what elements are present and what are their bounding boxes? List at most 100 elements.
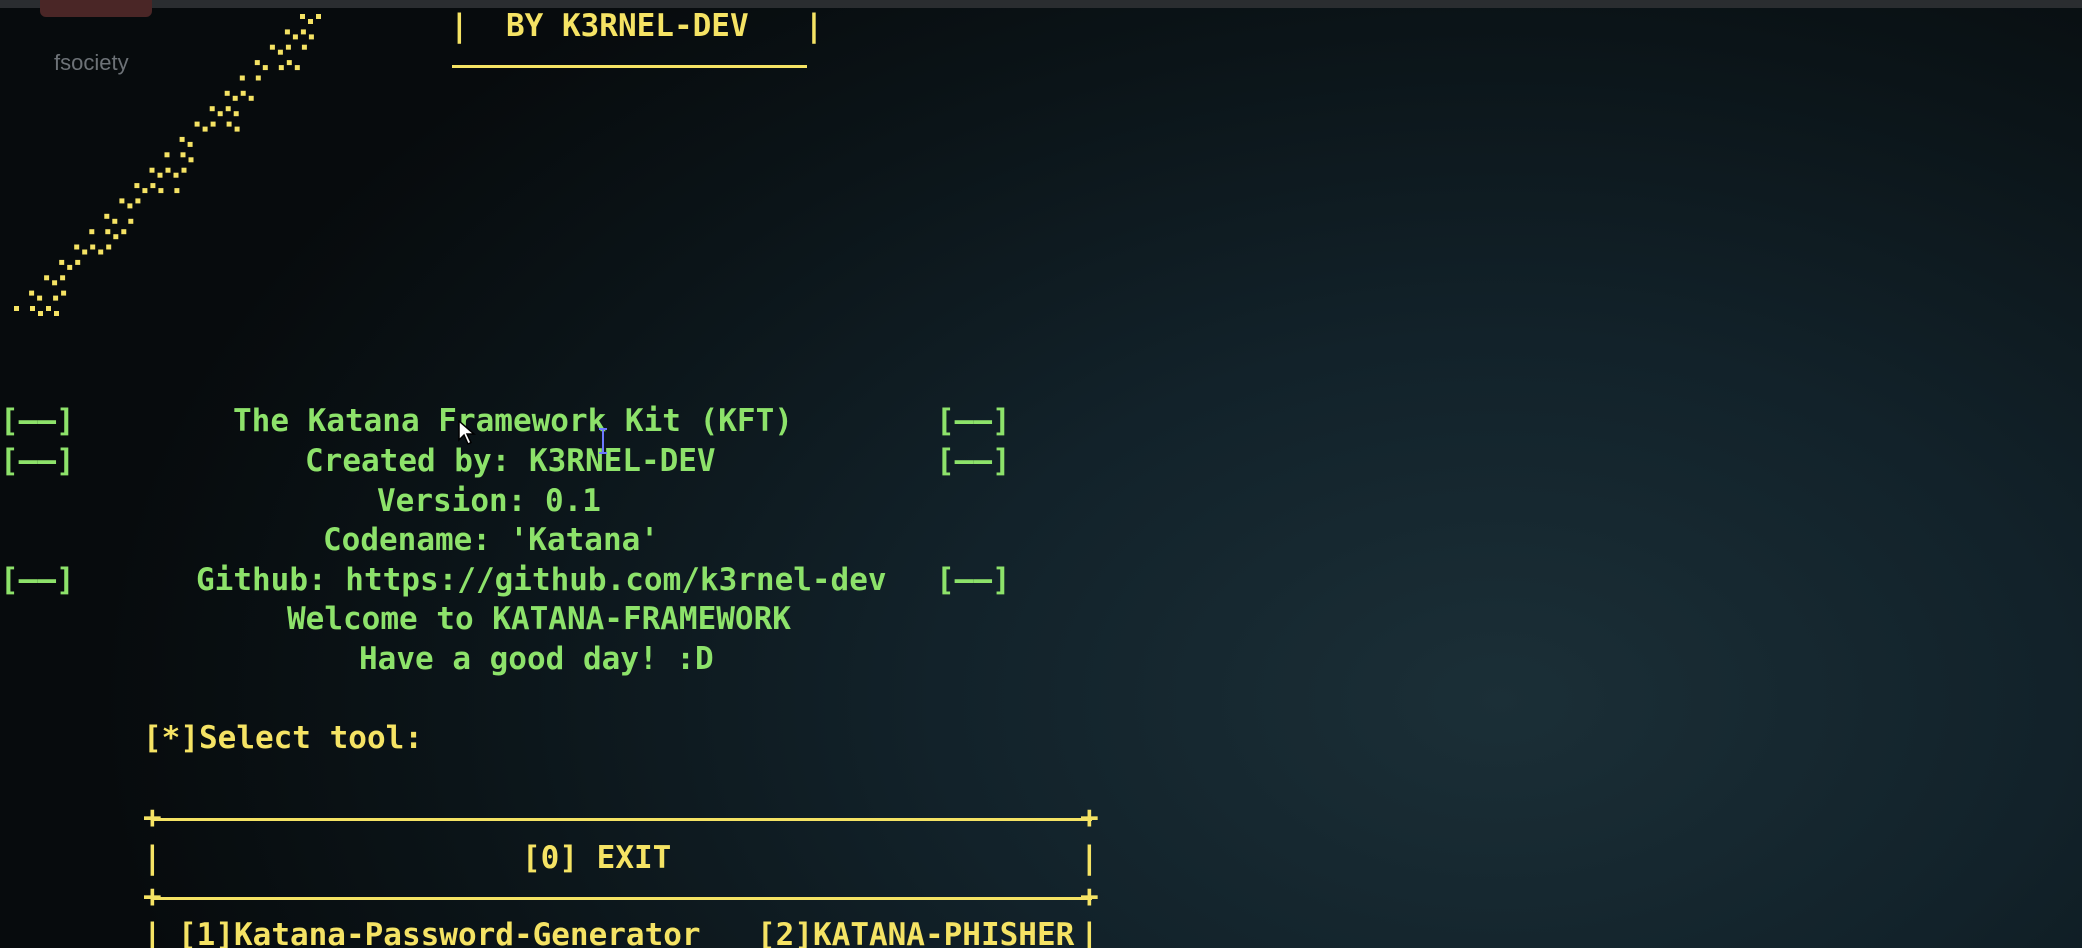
ascii-art-dot	[157, 172, 163, 178]
info-codename: Codename: 'Katana'	[323, 522, 659, 558]
ascii-art-dot	[187, 141, 193, 147]
ascii-art-dot	[254, 60, 260, 66]
info-github: Github: https://github.com/k3rnel-dev	[196, 562, 887, 598]
info-welcome: Welcome to KATANA-FRAMEWORK	[287, 601, 791, 637]
menu-border-right: |	[1080, 917, 1099, 948]
ascii-art-dot	[217, 111, 223, 117]
side-tag-left-2: [——]	[0, 443, 75, 479]
ascii-art-dot	[262, 65, 268, 71]
info-title: The Katana Framework Kit (KFT)	[233, 403, 793, 439]
ascii-art-dot	[52, 280, 58, 286]
ascii-art-dot	[128, 218, 134, 224]
ascii-art-dot	[285, 44, 291, 50]
side-tag-left-1: [——]	[0, 403, 75, 439]
ascii-art-dot	[127, 203, 133, 209]
ascii-art-dot	[38, 311, 43, 316]
menu-corner: +	[143, 800, 162, 836]
ascii-art-dot	[308, 34, 314, 40]
ascii-art-dot	[278, 65, 284, 71]
menu-option-katana-phisher[interactable]: [2]KATANA-PHISHER	[757, 917, 1074, 948]
text-cursor-icon	[599, 428, 607, 454]
ascii-art-dot	[82, 249, 88, 255]
ascii-art-dot	[113, 234, 119, 240]
ascii-art-dot	[74, 244, 80, 250]
ascii-art-dot	[294, 65, 300, 71]
ascii-art-dot	[165, 167, 171, 173]
ascii-art-dot	[67, 264, 73, 270]
ascii-art-dot	[179, 136, 185, 142]
ascii-art-dot	[284, 29, 290, 35]
ascii-art-dot	[248, 95, 254, 101]
menu-corner: +	[1080, 879, 1099, 915]
ascii-art-blade	[14, 14, 321, 316]
ascii-art-dot	[119, 198, 125, 204]
ascii-art-dot	[105, 229, 111, 235]
select-tool-prompt: [*]Select tool:	[143, 720, 423, 756]
ascii-art-dot	[106, 244, 112, 250]
ascii-art-dot	[30, 306, 35, 311]
ascii-art-dot	[14, 306, 19, 311]
ascii-art-dot	[121, 229, 127, 235]
ascii-art-dot	[75, 259, 81, 265]
ascii-art-dot	[202, 126, 208, 132]
ascii-art-dot	[180, 152, 186, 158]
menu-border-middle	[154, 897, 1092, 900]
ascii-art-dot	[224, 90, 230, 96]
ascii-art-dot	[301, 44, 307, 50]
terminal-window[interactable]: fsociety | BY K3RNEL-DEV | [——] The Kata…	[0, 0, 2082, 948]
ascii-art-dot	[135, 198, 141, 204]
ascii-art-dot	[90, 244, 96, 250]
menu-border-left: |	[143, 840, 162, 876]
ascii-art-dot	[277, 49, 283, 55]
ascii-art-dot	[232, 95, 238, 101]
ascii-art-dot	[226, 121, 232, 127]
banner-credit: | BY K3RNEL-DEV |	[450, 8, 824, 44]
ascii-art-dot	[164, 152, 170, 158]
menu-corner: +	[143, 879, 162, 915]
ascii-art-dot	[210, 121, 216, 127]
ascii-art-dot	[149, 167, 155, 173]
ascii-art-dot	[142, 188, 148, 194]
ascii-art-dot	[98, 249, 104, 255]
ascii-art-dot	[316, 14, 321, 19]
ascii-art-dot	[188, 157, 194, 163]
menu-border-right: |	[1080, 840, 1099, 876]
ascii-art-dot	[233, 111, 239, 117]
ascii-art-dot	[234, 126, 240, 132]
ascii-art-dot	[134, 183, 140, 189]
ascii-art-dot	[300, 29, 306, 35]
side-tag-left-3: [——]	[0, 562, 75, 598]
banner-underline	[452, 65, 807, 68]
ascii-art-dot	[209, 106, 215, 112]
menu-option-exit[interactable]: [0] EXIT	[522, 840, 671, 876]
ascii-art-dot	[29, 290, 35, 296]
menu-option-password-generator[interactable]: [1]Katana-Password-Generator	[178, 917, 701, 948]
ascii-art-dot	[150, 183, 156, 189]
info-farewell: Have a good day! :D	[359, 641, 714, 677]
info-version: Version: 0.1	[377, 483, 601, 519]
ascii-art-dot	[255, 75, 261, 81]
ascii-art-dot	[174, 188, 180, 194]
ascii-art-dot	[59, 259, 65, 265]
ascii-art-dot	[173, 172, 179, 178]
menu-border-left: |	[143, 917, 162, 948]
side-tag-right-2: [——]	[936, 443, 1011, 479]
ascii-art-dot	[46, 306, 51, 311]
ascii-art-dot	[61, 290, 67, 296]
info-created-by: Created by: K3RNEL-DEV	[305, 443, 716, 479]
ascii-art-dot	[300, 14, 305, 19]
ascii-art-dot	[44, 275, 50, 281]
side-tag-right-1: [——]	[936, 403, 1011, 439]
ascii-art-dot	[225, 106, 231, 112]
ascii-art-dot	[37, 295, 43, 301]
ascii-art-dot	[54, 311, 59, 316]
ascii-art-dot	[181, 167, 187, 173]
ascii-art-dot	[308, 19, 313, 24]
ascii-art-dot	[89, 229, 95, 235]
ascii-art-dot	[286, 60, 292, 66]
ascii-art-dot	[194, 121, 200, 127]
ascii-art-dot	[292, 34, 298, 40]
side-tag-right-3: [——]	[936, 562, 1011, 598]
ascii-art-dot	[53, 295, 59, 301]
mouse-pointer-icon	[458, 420, 476, 446]
